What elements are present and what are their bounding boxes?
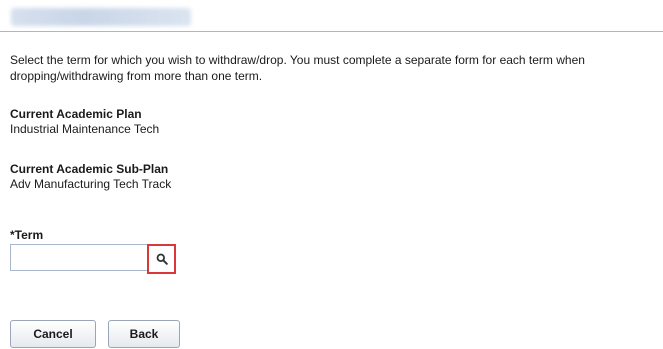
back-button[interactable]: Back (108, 320, 180, 348)
instructions-text: Select the term for which you wish to wi… (10, 53, 585, 83)
header-divider (0, 31, 663, 32)
term-input[interactable] (10, 244, 149, 271)
term-lookup-button[interactable] (147, 244, 176, 274)
search-icon (156, 253, 168, 265)
academic-subplan-value: Adv Manufacturing Tech Track (10, 177, 172, 191)
page-title-blurred (11, 8, 191, 26)
academic-subplan-label: Current Academic Sub-Plan (10, 162, 169, 176)
academic-plan-label: Current Academic Plan (10, 107, 142, 121)
academic-plan-value: Industrial Maintenance Tech (10, 122, 160, 136)
cancel-button[interactable]: Cancel (10, 320, 96, 348)
term-label: *Term (10, 228, 44, 242)
